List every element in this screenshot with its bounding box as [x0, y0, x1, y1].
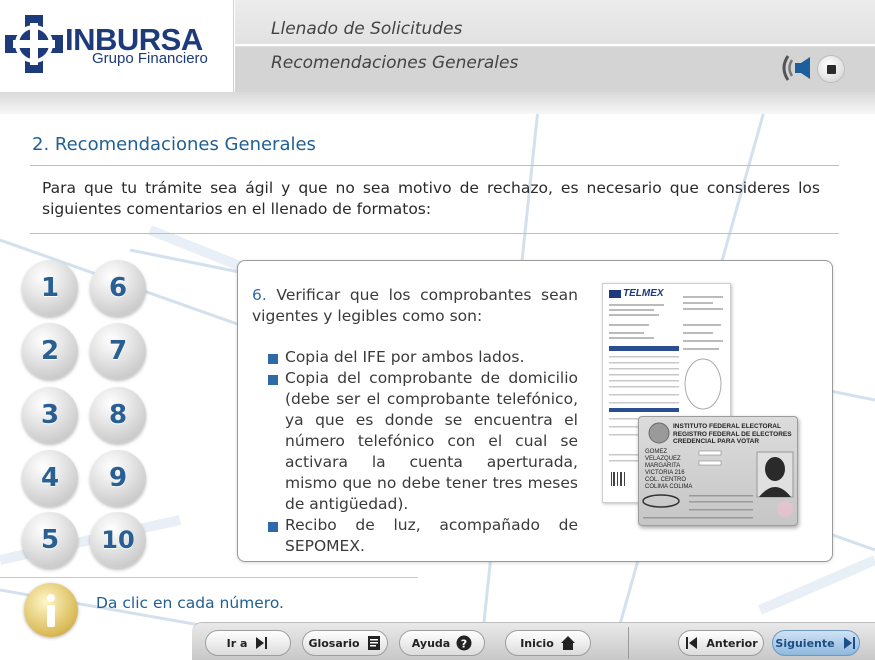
home-icon [560, 636, 575, 650]
inbursa-logo-icon [5, 15, 63, 73]
bullet-square-icon [268, 522, 278, 532]
module-title: Recomendaciones Generales [271, 53, 519, 73]
glosario-label: Glosario [308, 636, 360, 650]
svg-text:?: ? [461, 638, 467, 651]
panel-heading: 6. Verificar que los comprobantes sean v… [252, 285, 578, 327]
info-icon [24, 583, 78, 637]
bottom-navigation: Ir a Glosario Ayuda ? Inicio Anterior Si… [192, 622, 875, 660]
siguiente-button[interactable]: Siguiente [772, 630, 860, 656]
number-button-4[interactable]: 4 [22, 450, 78, 506]
ir-a-label: Ir a [226, 636, 248, 650]
ir-a-button[interactable]: Ir a [205, 630, 291, 656]
glosario-button[interactable]: Glosario [302, 630, 388, 656]
divider [628, 627, 629, 659]
previous-icon [686, 637, 698, 649]
divider [0, 577, 418, 578]
card-line: COL. CENTRO [645, 477, 687, 483]
card-line: VELAZQUEZ [645, 456, 681, 462]
hint-text: Da clic en cada número. [96, 594, 284, 612]
logo-subtitle: Grupo Financiero [92, 50, 208, 67]
ayuda-button[interactable]: Ayuda ? [399, 630, 485, 656]
stop-button[interactable] [817, 55, 845, 83]
card-title: INSTITUTO FEDERAL ELECTORAL [673, 423, 781, 430]
divider [30, 233, 839, 234]
help-icon: ? [456, 635, 472, 651]
number-button-10[interactable]: 10 [90, 512, 146, 568]
bullet-square-icon [268, 375, 278, 385]
number-button-7[interactable]: 7 [90, 323, 146, 379]
bullet-square-icon [268, 354, 278, 364]
siguiente-label: Siguiente [775, 636, 835, 650]
content-panel: 6. Verificar que los comprobantes sean v… [237, 260, 833, 562]
list-item: Copia del comprobante de domicilio (debe… [268, 368, 578, 515]
header-strip [0, 92, 875, 114]
number-button-8[interactable]: 8 [90, 387, 146, 443]
glossary-icon [367, 636, 380, 650]
next-icon [843, 637, 855, 649]
card-line: VICTORIA 216 [645, 470, 685, 476]
go-to-icon [256, 637, 268, 649]
panel-number: 6. [252, 286, 267, 304]
panel-heading-text: Verificar que los comprobantes sean vige… [252, 286, 578, 325]
number-button-2[interactable]: 2 [22, 323, 78, 379]
header: INBURSA Grupo Financiero Llenado de Soli… [0, 0, 875, 92]
bullet-list: Copia del IFE por ambos lados. Copia del… [268, 347, 578, 557]
inicio-label: Inicio [520, 636, 554, 650]
ife-card-image: INSTITUTO FEDERAL ELECTORAL REGISTRO FED… [638, 416, 798, 526]
inicio-button[interactable]: Inicio [505, 630, 591, 656]
number-button-6[interactable]: 6 [90, 260, 146, 316]
number-button-1[interactable]: 1 [22, 260, 78, 316]
logo: INBURSA Grupo Financiero [0, 0, 234, 92]
bill-brand: TELMEX [623, 288, 664, 299]
intro-text: Para que tu trámite sea ágil y que no se… [42, 179, 820, 218]
anterior-button[interactable]: Anterior [678, 630, 764, 656]
list-item: Recibo de luz, acompañado de SEPOMEX. [268, 515, 578, 557]
speaker-icon[interactable] [778, 52, 812, 84]
course-title: Llenado de Solicitudes [271, 19, 463, 39]
card-line: COLIMA COLIMA [645, 484, 693, 490]
number-button-3[interactable]: 3 [22, 387, 78, 443]
card-subtitle: CREDENCIAL PARA VOTAR [673, 438, 760, 445]
ayuda-label: Ayuda [411, 636, 451, 650]
divider [30, 165, 839, 166]
list-item: Copia del IFE por ambos lados. [268, 347, 578, 368]
number-button-9[interactable]: 9 [90, 450, 146, 506]
anterior-label: Anterior [706, 636, 758, 650]
card-line: MARGARITA [645, 463, 681, 469]
card-line: GOMEZ [645, 449, 667, 455]
section-title: 2. Recomendaciones Generales [32, 134, 316, 155]
card-subtitle: REGISTRO FEDERAL DE ELECTORES [673, 430, 792, 438]
number-button-5[interactable]: 5 [22, 512, 78, 568]
